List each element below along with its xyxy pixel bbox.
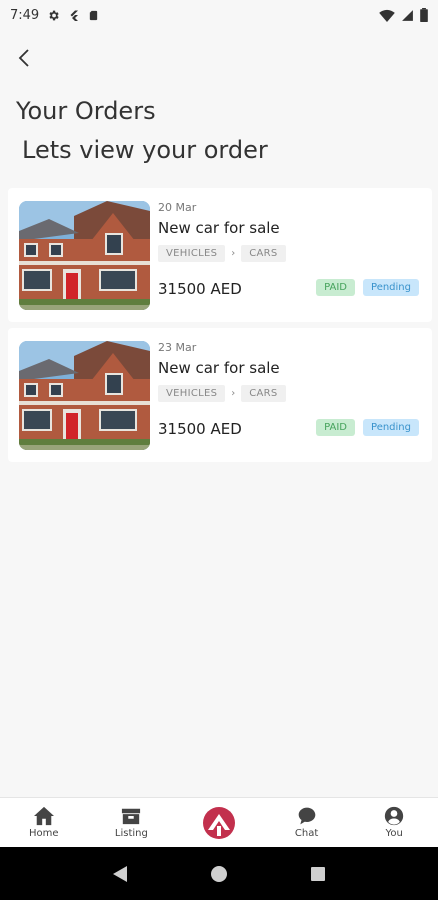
breadcrumb-separator: ›	[231, 248, 236, 259]
order-item-name: New car for sale	[158, 219, 280, 237]
status-badges: PAID Pending	[316, 419, 419, 436]
account-icon	[385, 806, 404, 826]
order-item-name: New car for sale	[158, 359, 280, 377]
nav-you-label: You	[385, 828, 403, 839]
category-tag: VEHICLES	[158, 245, 226, 262]
nav-home-label: Home	[29, 828, 59, 839]
order-date: 23 Mar	[158, 341, 197, 354]
listing-thumbnail	[19, 341, 150, 450]
back-button[interactable]	[12, 44, 36, 72]
wifi-icon	[379, 9, 395, 22]
orders-list: 20 Mar New car for sale VEHICLES › CARS …	[8, 188, 432, 468]
nav-brand[interactable]	[175, 798, 263, 847]
brand-logo-icon	[202, 806, 235, 839]
signal-icon	[402, 9, 413, 21]
status-time: 7:49	[10, 7, 40, 23]
nav-chat-label: Chat	[294, 828, 319, 839]
nav-you[interactable]: You	[350, 798, 438, 847]
page-title: Your Orders	[16, 97, 156, 125]
nav-listing-label: Listing	[114, 828, 148, 839]
system-recents-button[interactable]	[306, 862, 330, 886]
subcategory-tag: CARS	[241, 385, 286, 402]
nav-listing[interactable]: Listing	[88, 798, 176, 847]
nav-chat[interactable]: Chat	[263, 798, 351, 847]
circle-home-icon	[210, 865, 227, 882]
square-recents-icon	[311, 866, 326, 881]
status-badges: PAID Pending	[316, 279, 419, 296]
status-bar: 7:49	[0, 0, 438, 30]
order-status-badge: Pending	[363, 419, 419, 436]
order-status-badge: Pending	[363, 279, 419, 296]
category-tag: VEHICLES	[158, 385, 226, 402]
breadcrumb-separator: ›	[231, 388, 236, 399]
gear-icon	[49, 10, 59, 20]
category-breadcrumb: VEHICLES › CARS	[158, 245, 286, 262]
flutter-icon	[70, 10, 79, 21]
battery-icon	[420, 8, 428, 22]
system-home-button[interactable]	[207, 862, 231, 886]
listing-thumbnail	[19, 201, 150, 310]
order-price: 31500 AED	[158, 280, 242, 298]
sd-card-icon	[90, 10, 98, 20]
triangle-back-icon	[112, 865, 127, 882]
home-icon	[33, 806, 54, 826]
payment-status-badge: PAID	[316, 419, 356, 436]
nav-home[interactable]: Home	[0, 798, 88, 847]
page-subtitle: Lets view your order	[22, 136, 268, 164]
order-card[interactable]: 23 Mar New car for sale VEHICLES › CARS …	[8, 328, 432, 462]
subcategory-tag: CARS	[241, 245, 286, 262]
category-breadcrumb: VEHICLES › CARS	[158, 385, 286, 402]
order-date: 20 Mar	[158, 201, 197, 214]
system-navigation-bar	[0, 847, 438, 900]
listing-icon	[122, 808, 141, 825]
chat-icon	[298, 807, 315, 825]
back-arrow-icon	[18, 49, 29, 67]
system-back-button[interactable]	[108, 862, 132, 886]
payment-status-badge: PAID	[316, 279, 356, 296]
order-price: 31500 AED	[158, 420, 242, 438]
bottom-navigation: Home Listing Chat You	[0, 797, 438, 847]
order-card[interactable]: 20 Mar New car for sale VEHICLES › CARS …	[8, 188, 432, 322]
